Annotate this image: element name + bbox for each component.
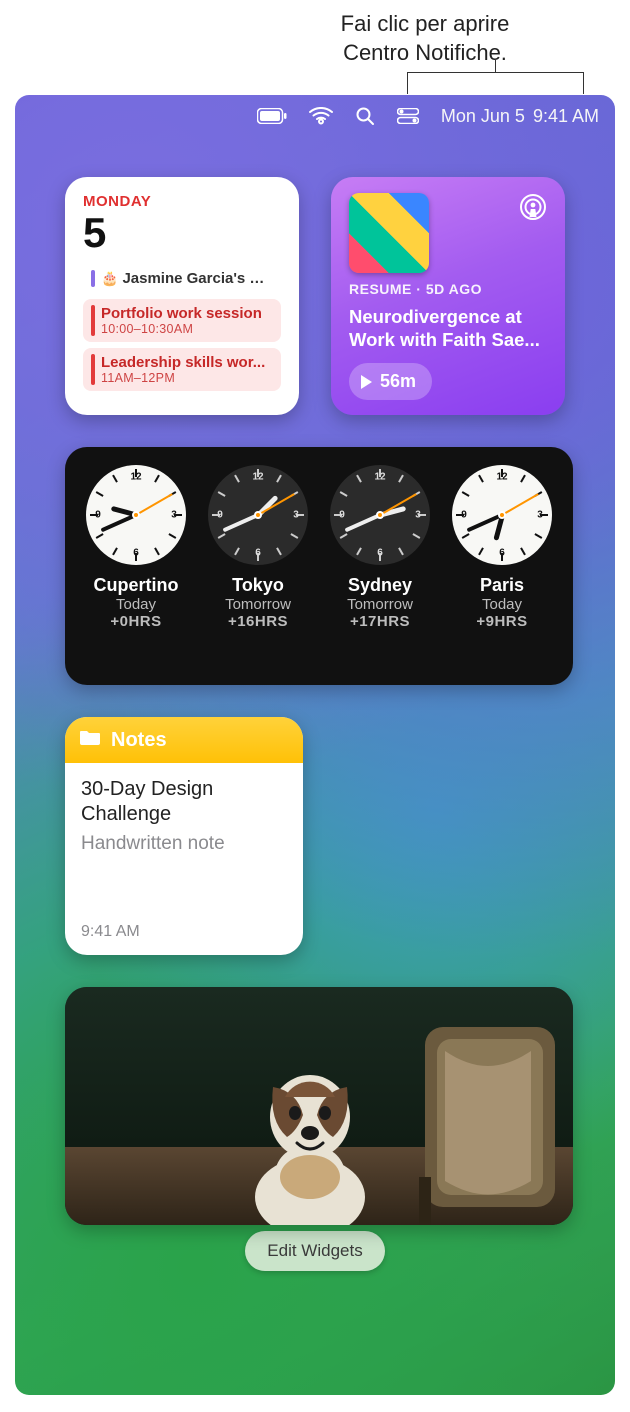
menubar-date: Mon Jun 5 bbox=[441, 106, 525, 127]
clock-pivot bbox=[376, 511, 384, 519]
note-title: 30-Day Design Challenge bbox=[81, 777, 287, 827]
calendar-dayname: MONDAY bbox=[83, 193, 281, 210]
photos-widget[interactable] bbox=[65, 987, 573, 1225]
control-center-icon[interactable] bbox=[397, 108, 419, 124]
calendar-event[interactable]: Portfolio work session10:00–10:30AM bbox=[83, 299, 281, 342]
note-time: 9:41 AM bbox=[81, 923, 287, 941]
clock-face: 12369 bbox=[452, 465, 552, 565]
callout-line1: Fai clic per aprire bbox=[341, 11, 510, 36]
battery-icon[interactable] bbox=[257, 108, 287, 124]
clock-city: Tokyo bbox=[199, 575, 317, 596]
clock-offset: +17HRS bbox=[321, 613, 439, 630]
event-time: 10:00–10:30AM bbox=[101, 322, 273, 336]
podcast-meta: RESUME · 5D AGO bbox=[349, 281, 547, 297]
widgets-area: MONDAY 5 🎂Jasmine Garcia's Bi... Portfoli… bbox=[15, 137, 615, 1271]
callout-text: Fai clic per aprire Centro Notifiche. bbox=[270, 10, 580, 67]
clock-face: 12369 bbox=[330, 465, 430, 565]
clock-city: Sydney bbox=[321, 575, 439, 596]
note-subtitle: Handwritten note bbox=[81, 833, 287, 855]
clock-offset: +9HRS bbox=[443, 613, 561, 630]
clock-offset: +16HRS bbox=[199, 613, 317, 630]
podcast-play-button[interactable]: 56m bbox=[349, 363, 432, 400]
event-title: 🎂Jasmine Garcia's Bi... bbox=[101, 270, 273, 287]
event-color-bar bbox=[91, 305, 95, 336]
notification-center-screen: Mon Jun 5 9:41 AM MONDAY 5 🎂Jasmine Garc… bbox=[15, 95, 615, 1395]
clock-offset: +0HRS bbox=[77, 613, 195, 630]
clock-cupertino[interactable]: 12369 CupertinoToday+0HRS bbox=[77, 465, 195, 630]
clock-pivot bbox=[498, 511, 506, 519]
podcast-artwork bbox=[349, 193, 429, 273]
clock-day: Today bbox=[77, 596, 195, 613]
notes-folder-icon bbox=[79, 728, 101, 752]
calendar-event[interactable]: Leadership skills wor...11AM–12PM bbox=[83, 348, 281, 391]
podcast-title: Neurodivergence at Work with Faith Sae..… bbox=[349, 305, 547, 351]
calendar-widget[interactable]: MONDAY 5 🎂Jasmine Garcia's Bi... Portfoli… bbox=[65, 177, 299, 415]
event-color-bar bbox=[91, 354, 95, 385]
event-time: 11AM–12PM bbox=[101, 371, 273, 385]
calendar-daynumber: 5 bbox=[83, 212, 281, 254]
event-title: Leadership skills wor... bbox=[101, 354, 273, 371]
clock-city: Paris bbox=[443, 575, 561, 596]
world-clock-widget[interactable]: 12369CupertinoToday+0HRS12369TokyoTomorr… bbox=[65, 447, 573, 685]
menubar-clock[interactable]: Mon Jun 5 9:41 AM bbox=[441, 106, 599, 127]
event-title: Portfolio work session bbox=[101, 305, 273, 322]
edit-widgets-button[interactable]: Edit Widgets bbox=[245, 1231, 384, 1271]
clock-pivot bbox=[132, 511, 140, 519]
clock-tokyo[interactable]: 12369 TokyoTomorrow+16HRS bbox=[199, 465, 317, 630]
menubar: Mon Jun 5 9:41 AM bbox=[15, 95, 615, 137]
clock-pivot bbox=[254, 511, 262, 519]
notes-widget[interactable]: Notes 30-Day Design Challenge Handwritte… bbox=[65, 717, 303, 955]
clock-paris[interactable]: 12369 ParisToday+9HRS bbox=[443, 465, 561, 630]
callout-line2: Centro Notifiche. bbox=[343, 40, 507, 65]
notes-header: Notes bbox=[111, 729, 167, 752]
wifi-icon[interactable] bbox=[309, 107, 333, 125]
clock-day: Tomorrow bbox=[199, 596, 317, 613]
photo-image bbox=[65, 987, 573, 1225]
podcast-duration: 56m bbox=[380, 371, 416, 392]
clock-face: 12369 bbox=[208, 465, 308, 565]
menubar-time: 9:41 AM bbox=[533, 106, 599, 127]
clock-city: Cupertino bbox=[77, 575, 195, 596]
callout-bracket bbox=[407, 72, 584, 94]
clock-day: Tomorrow bbox=[321, 596, 439, 613]
play-icon bbox=[361, 375, 372, 389]
podcasts-app-icon bbox=[519, 193, 547, 226]
calendar-event[interactable]: 🎂Jasmine Garcia's Bi... bbox=[83, 264, 281, 293]
clock-face: 12369 bbox=[86, 465, 186, 565]
birthday-icon: 🎂 bbox=[101, 270, 118, 286]
event-color-bar bbox=[91, 270, 95, 287]
spotlight-icon[interactable] bbox=[355, 106, 375, 126]
clock-sydney[interactable]: 12369 SydneyTomorrow+17HRS bbox=[321, 465, 439, 630]
clock-day: Today bbox=[443, 596, 561, 613]
podcast-widget[interactable]: RESUME · 5D AGO Neurodivergence at Work … bbox=[331, 177, 565, 415]
